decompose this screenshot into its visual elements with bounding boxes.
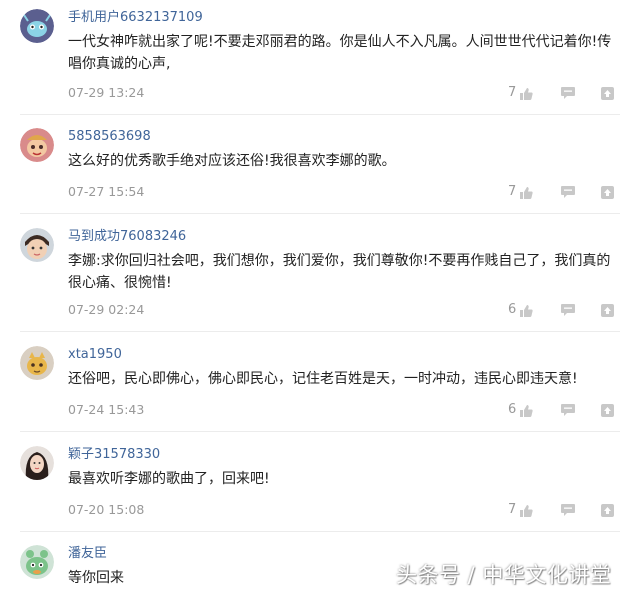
comment-date: 07-29 13:24	[68, 85, 145, 100]
reply-button[interactable]	[561, 503, 575, 517]
baby-photo-avatar[interactable]	[20, 228, 54, 262]
like-button[interactable]: 7	[508, 85, 533, 101]
like-count: 6	[508, 402, 517, 417]
thumbs-up-icon	[520, 504, 533, 517]
comment-text: 还俗吧，民心即佛心，佛心即民心，记住老百姓是天，一时冲动，违民心即违天意!	[68, 371, 578, 387]
reply-button[interactable]	[561, 403, 575, 417]
girl-photo-avatar[interactable]	[20, 446, 54, 480]
comment-username[interactable]: xta1950	[68, 346, 122, 364]
reply-icon	[561, 186, 575, 198]
comment-text: 李娜:求你回归社会吧，我们想你，我们爱你，我们尊敬你!不要再作贱自己了，我们真的…	[68, 253, 611, 291]
divider	[20, 213, 620, 214]
yellow-cartoon-avatar[interactable]	[20, 346, 54, 380]
comment-date: 07-27 15:54	[68, 184, 145, 199]
pink-cartoon-avatar[interactable]	[20, 128, 54, 162]
comment-date: 07-24 15:43	[68, 402, 145, 417]
comment-username[interactable]: 5858563698	[68, 128, 151, 146]
comment-username[interactable]: 潘友臣	[68, 545, 107, 563]
green-cartoon-avatar[interactable]	[20, 545, 54, 579]
report-button[interactable]	[600, 403, 614, 417]
reply-icon	[561, 304, 575, 316]
report-button[interactable]	[600, 303, 614, 317]
divider	[20, 531, 620, 532]
thumbs-up-icon	[520, 404, 533, 417]
comment-text: 一代女神咋就出家了呢!不要走邓丽君的路。你是仙人不入凡属。人间世世代代记着你!传…	[68, 34, 612, 72]
comment-text: 这么好的优秀歌手绝对应该还俗!我很喜欢李娜的歌。	[68, 153, 396, 169]
thumbs-up-icon	[520, 304, 533, 317]
like-button[interactable]: 7	[508, 184, 533, 200]
reply-button[interactable]	[561, 303, 575, 317]
like-button[interactable]: 6	[508, 402, 533, 418]
reply-button[interactable]	[561, 185, 575, 199]
divider	[20, 114, 620, 115]
comment-username[interactable]: 颖子31578330	[68, 446, 160, 464]
report-icon	[600, 86, 614, 100]
reply-icon	[561, 404, 575, 416]
report-icon	[600, 403, 614, 417]
divider	[20, 431, 620, 432]
comment-username[interactable]: 马到成功76083246	[68, 228, 186, 246]
like-count: 7	[508, 85, 517, 100]
watermark: 头条号 / 中华文化讲堂	[396, 563, 612, 587]
reply-button[interactable]	[561, 86, 575, 100]
report-icon	[600, 303, 614, 317]
reply-icon	[561, 504, 575, 516]
comment-date: 07-20 15:08	[68, 502, 145, 517]
like-count: 7	[508, 184, 517, 199]
alien-avatar[interactable]	[20, 9, 54, 43]
divider	[20, 331, 620, 332]
like-count: 7	[508, 502, 517, 517]
report-icon	[600, 185, 614, 199]
report-button[interactable]	[600, 503, 614, 517]
report-button[interactable]	[600, 86, 614, 100]
comment-text: 最喜欢听李娜的歌曲了，回来吧!	[68, 471, 270, 487]
comment-item: 马到成功76083246 李娜:求你回归社会吧，我们想你，我们爱你，我们尊敬你!…	[0, 228, 634, 328]
thumbs-up-icon	[520, 186, 533, 199]
like-count: 6	[508, 302, 517, 317]
report-button[interactable]	[600, 185, 614, 199]
report-icon	[600, 503, 614, 517]
thumbs-up-icon	[520, 87, 533, 100]
reply-icon	[561, 87, 575, 99]
like-button[interactable]: 6	[508, 302, 533, 318]
comment-date: 07-29 02:24	[68, 302, 145, 317]
comment-item: 手机用户6632137109 一代女神咋就出家了呢!不要走邓丽君的路。你是仙人不…	[0, 9, 634, 109]
like-button[interactable]: 7	[508, 502, 533, 518]
comment-username[interactable]: 手机用户6632137109	[68, 9, 203, 27]
